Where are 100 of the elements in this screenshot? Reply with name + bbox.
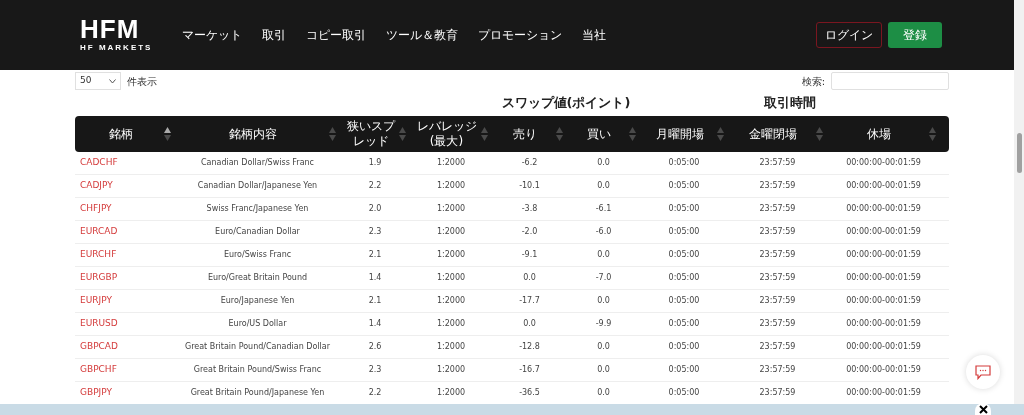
table-cell: 1.4 (368, 272, 382, 284)
table-cell: 23:57:59 (759, 318, 796, 330)
table-cell: 0:05:00 (668, 226, 700, 238)
table-cell: -6.0 (595, 226, 612, 238)
table-cell: 0.0 (597, 364, 610, 376)
symbol-link[interactable]: GBPCAD (80, 340, 118, 354)
table-cell: 00:00:00-00:01:59 (846, 341, 921, 353)
column-header[interactable]: 買い (569, 126, 629, 142)
nav-link[interactable]: マーケット (182, 26, 243, 44)
table-cell: Swiss Franc/Japanese Yen (206, 203, 309, 215)
table-cell: 00:00:00-00:01:59 (846, 249, 921, 261)
table-cell: 1:2000 (436, 203, 466, 215)
chat-button[interactable] (966, 355, 1000, 389)
column-header[interactable]: レバレッジ(最大) (412, 119, 481, 149)
table-cell: 23:57:59 (759, 249, 796, 261)
table-cell: 1:2000 (436, 318, 466, 330)
table-cell: -6.2 (521, 157, 538, 169)
table-cell: 2.1 (368, 249, 382, 261)
column-header[interactable]: 売り (494, 126, 556, 142)
table-cell: 00:00:00-00:01:59 (846, 272, 921, 284)
table-cell: 1:2000 (436, 364, 466, 376)
page-size-select[interactable]: 50 (75, 72, 121, 90)
table-cell: 00:00:00-00:01:59 (846, 364, 921, 376)
symbol-link[interactable]: EURJPY (80, 294, 112, 308)
column-header[interactable]: 狭いスプレッド (342, 119, 399, 149)
table-cell: -7.0 (595, 272, 612, 284)
table-cell: 1.4 (368, 318, 382, 330)
column-header[interactable]: 金曜閉場 (730, 126, 816, 142)
symbol-link[interactable]: EURUSD (80, 317, 118, 331)
table-cell: 0.0 (597, 180, 610, 192)
column-header[interactable]: 銘柄内容 (177, 126, 329, 142)
table-cell: 1:2000 (436, 295, 466, 307)
table-cell: 2.3 (368, 364, 382, 376)
table-cell: 00:00:00-00:01:59 (846, 180, 921, 192)
column-group-heading: 取引時間 (764, 94, 816, 113)
table-cell: -9.1 (521, 249, 538, 261)
table-cell: 0.0 (523, 272, 536, 284)
symbol-link[interactable]: EURCAD (80, 225, 118, 239)
table-cell: -17.7 (519, 295, 540, 307)
chat-bubble-icon (975, 364, 991, 380)
symbol-link[interactable]: CHFJPY (80, 202, 112, 216)
symbol-link[interactable]: CADCHF (80, 156, 118, 170)
table-cell: 2.1 (368, 295, 382, 307)
table-cell: -10.1 (519, 180, 540, 192)
table-cell: Great Britain Pound/Canadian Dollar (185, 341, 330, 353)
table-cell: 0.0 (523, 318, 536, 330)
table-cell: -6.1 (595, 203, 612, 215)
table-cell: -2.0 (521, 226, 538, 238)
table-cell: -3.8 (521, 203, 538, 215)
login-button[interactable]: ログイン (816, 22, 882, 48)
symbol-link[interactable]: GBPCHF (80, 363, 117, 377)
table-cell: 23:57:59 (759, 295, 796, 307)
symbol-link[interactable]: CADJPY (80, 179, 113, 193)
table-cell: 0.0 (597, 295, 610, 307)
table-cell: 00:00:00-00:01:59 (846, 295, 921, 307)
search-field[interactable] (831, 72, 949, 90)
table-cell: Euro/Swiss Franc (223, 249, 292, 261)
table-cell: 23:57:59 (759, 180, 796, 192)
table-cell: 0:05:00 (668, 318, 700, 330)
table-cell: 0.0 (597, 387, 610, 399)
table-cell: Euro/Canadian Dollar (215, 226, 300, 238)
table-cell: Euro/Japanese Yen (220, 295, 295, 307)
column-header[interactable]: 月曜開場 (642, 126, 717, 142)
table-cell: 0.0 (597, 249, 610, 261)
table-cell: 23:57:59 (759, 157, 796, 169)
table-cell: 23:57:59 (759, 226, 796, 238)
symbol-link[interactable]: GBPJPY (80, 386, 112, 400)
column-header[interactable]: 銘柄 (77, 126, 164, 142)
close-button[interactable] (975, 403, 991, 415)
table-cell: 23:57:59 (759, 364, 796, 376)
table-cell: 0:05:00 (668, 387, 700, 399)
table-cell: 2.2 (368, 180, 382, 192)
chevron-down-icon (109, 78, 116, 84)
table-cell: 1:2000 (436, 341, 466, 353)
table-cell: 00:00:00-00:01:59 (846, 387, 921, 399)
table-cell: 2.0 (368, 203, 382, 215)
table-cell: 00:00:00-00:01:59 (846, 226, 921, 238)
symbol-link[interactable]: EURGBP (80, 271, 118, 285)
nav-link[interactable]: 当社 (582, 26, 607, 44)
table-cell: 23:57:59 (759, 272, 796, 284)
table-cell: -9.9 (595, 318, 612, 330)
nav-link[interactable]: プロモーション (478, 26, 563, 44)
scrollbar-thumb[interactable] (1016, 133, 1022, 173)
search-label: 検索: (801, 74, 825, 89)
table-cell: -36.5 (519, 387, 540, 399)
symbol-link[interactable]: EURCHF (80, 248, 117, 262)
table-cell: -16.7 (519, 364, 540, 376)
table-cell: 0:05:00 (668, 203, 700, 215)
table-cell: 1:2000 (436, 180, 466, 192)
table-cell: 23:57:59 (759, 203, 796, 215)
table-cell: 1:2000 (436, 249, 466, 261)
nav-link[interactable]: ツール＆教育 (386, 26, 459, 44)
nav-link[interactable]: 取引 (262, 26, 287, 44)
table-cell: Canadian Dollar/Swiss Franc (200, 157, 315, 169)
logo[interactable]: HFM HF MARKETS (80, 16, 153, 54)
table-cell: 23:57:59 (759, 341, 796, 353)
table-cell: Canadian Dollar/Japanese Yen (197, 180, 318, 192)
register-button[interactable]: 登録 (888, 22, 942, 48)
nav-link[interactable]: コピー取引 (306, 26, 367, 44)
column-header[interactable]: 休場 (829, 126, 929, 142)
